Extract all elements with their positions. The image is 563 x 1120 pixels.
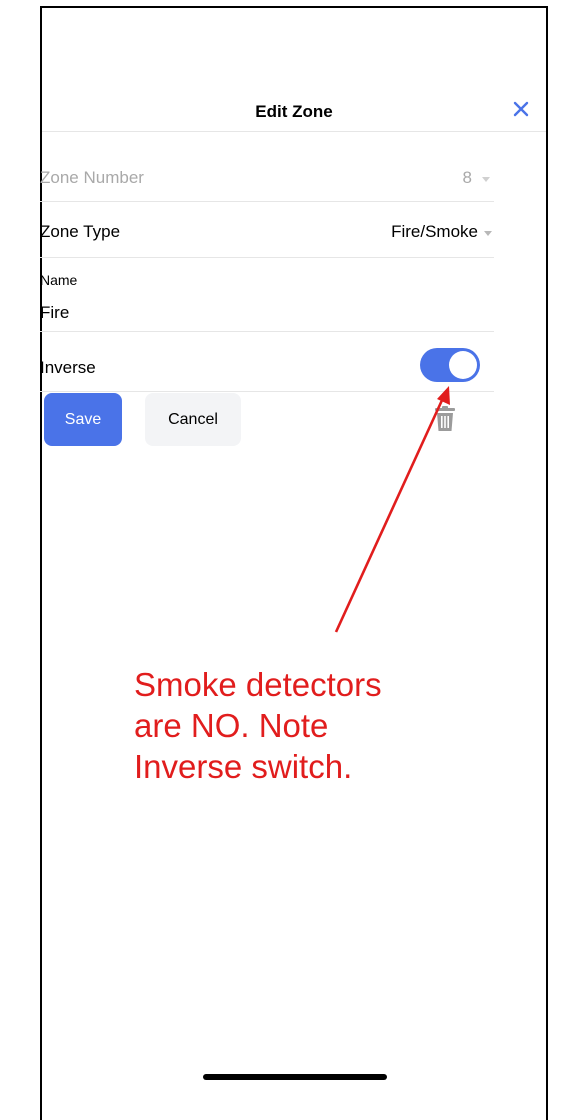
modal-header: Edit Zone	[42, 8, 546, 132]
annotation-note: Smoke detectors are NO. Note Inverse swi…	[134, 664, 464, 787]
page-title: Edit Zone	[255, 102, 333, 121]
zone-number-value: 8	[462, 168, 472, 187]
zone-number-label: Zone Number	[40, 168, 144, 187]
name-field[interactable]: Name Fire	[40, 258, 494, 332]
close-button[interactable]	[508, 96, 534, 122]
inverse-toggle[interactable]	[420, 348, 480, 382]
chevron-down-icon	[484, 231, 492, 236]
delete-button[interactable]	[435, 406, 455, 432]
cancel-button[interactable]: Cancel	[145, 393, 241, 446]
annotation-line: Smoke detectors	[134, 666, 382, 703]
annotation-line: are NO. Note	[134, 707, 329, 744]
zone-type-value: Fire/Smoke	[391, 222, 478, 241]
inverse-label: Inverse	[40, 358, 96, 377]
zone-type-label: Zone Type	[40, 222, 121, 241]
trash-icon	[435, 406, 455, 431]
save-button[interactable]: Save	[44, 393, 122, 446]
chevron-down-icon	[482, 177, 490, 182]
annotation-line: Inverse switch.	[134, 748, 353, 785]
toggle-knob	[449, 351, 477, 379]
name-input[interactable]: Fire	[40, 303, 69, 323]
inverse-row: Inverse	[40, 340, 494, 392]
home-indicator[interactable]	[203, 1074, 387, 1080]
close-icon	[513, 101, 529, 117]
name-label: Name	[40, 272, 78, 288]
zone-type-select[interactable]: Zone Type Fire/Smoke	[40, 202, 494, 258]
zone-number-row: Zone Number 8	[40, 148, 494, 202]
